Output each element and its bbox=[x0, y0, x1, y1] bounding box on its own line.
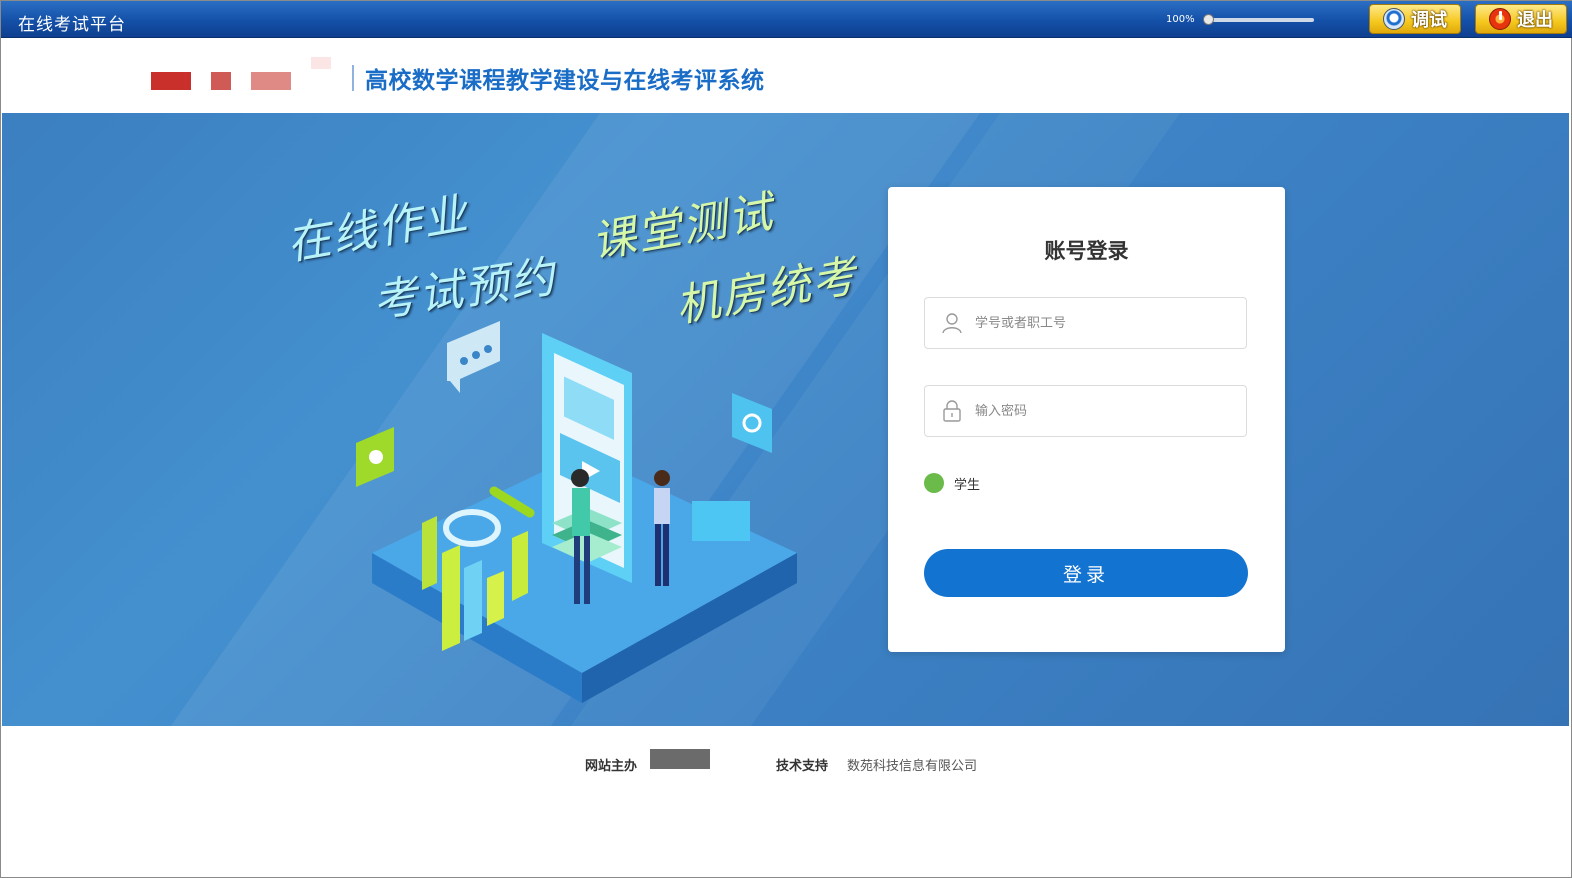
redacted-host-name bbox=[650, 749, 710, 769]
username-field[interactable] bbox=[924, 297, 1247, 349]
power-icon bbox=[1489, 8, 1511, 30]
zoom-label: 100% bbox=[1166, 14, 1195, 25]
zoom-slider-track[interactable] bbox=[1206, 18, 1314, 22]
debug-button-label: 调试 bbox=[1411, 10, 1447, 31]
footer-host-label: 网站主办 bbox=[585, 759, 638, 774]
user-icon bbox=[942, 313, 962, 334]
site-title: 高校数学课程教学建设与在线考评系统 bbox=[365, 68, 765, 94]
zoom-slider-handle[interactable] bbox=[1203, 14, 1214, 25]
login-button[interactable]: 登录 bbox=[924, 549, 1248, 597]
window-title: 在线考试平台 bbox=[18, 15, 126, 35]
role-option-student[interactable]: 学生 bbox=[924, 473, 980, 493]
header-divider bbox=[352, 65, 354, 91]
window-titlebar: 在线考试平台 100% 调试 退出 bbox=[1, 1, 1572, 38]
role-radio-indicator[interactable] bbox=[924, 473, 944, 493]
password-input[interactable] bbox=[975, 386, 1235, 436]
browser-window: 在线考试平台 100% 调试 退出 高校数学课程教学建设与在线考评系统 在线作业… bbox=[0, 0, 1572, 878]
footer-support-value: 数苑科技信息有限公司 bbox=[847, 759, 978, 774]
debug-button[interactable]: 调试 bbox=[1369, 4, 1461, 34]
username-input[interactable] bbox=[975, 298, 1235, 348]
password-field[interactable] bbox=[924, 385, 1247, 437]
exit-button-label: 退出 bbox=[1517, 10, 1553, 31]
footer-support-label: 技术支持 bbox=[776, 759, 829, 774]
login-card: 账号登录 学生 登录 bbox=[888, 187, 1285, 652]
hero-banner: 在线作业 考试预约 课堂测试 机房统考 账号登录 学号或者职工号 学生 登录 bbox=[2, 113, 1569, 726]
login-title: 账号登录 bbox=[1044, 239, 1129, 263]
lock-icon bbox=[943, 400, 961, 422]
site-header: 高校数学课程教学建设与在线考评系统 bbox=[2, 39, 1569, 113]
role-label: 学生 bbox=[954, 477, 981, 493]
exit-button[interactable]: 退出 bbox=[1475, 4, 1567, 34]
site-footer: 网站主办 技术支持 数苑科技信息有限公司 bbox=[2, 726, 1569, 876]
webcam-icon bbox=[1383, 8, 1405, 30]
education-illustration bbox=[356, 321, 797, 703]
